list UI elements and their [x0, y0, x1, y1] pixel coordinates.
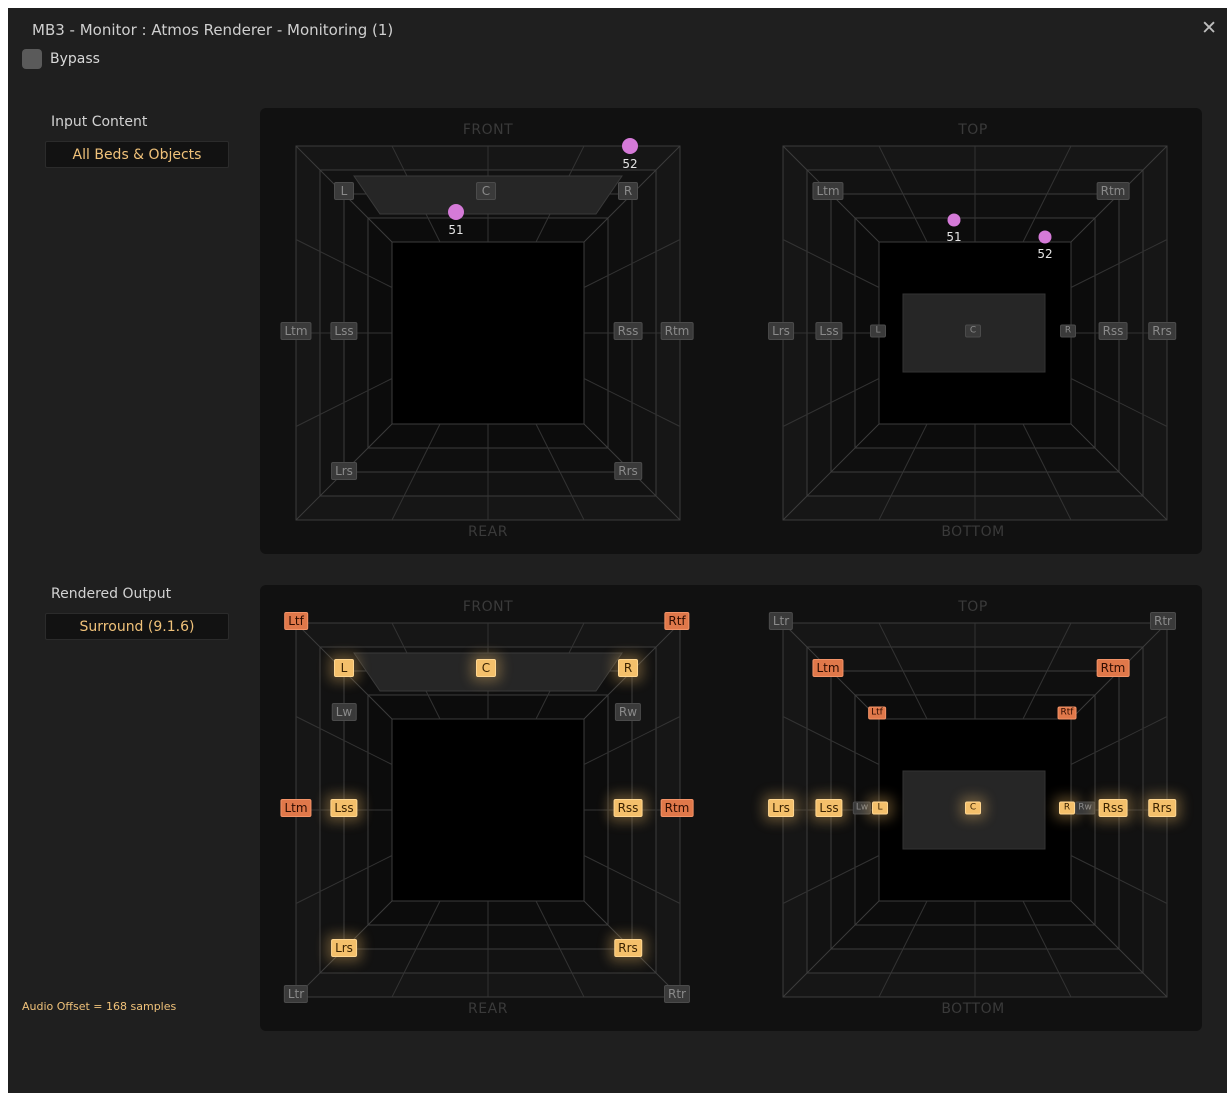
speaker-lss: Lss — [330, 322, 358, 340]
speaker-lss: Lss — [815, 799, 843, 817]
output-front-view: FRONT REAR Ltf Rtf L C R Lw Rw Ltm Lss R… — [280, 599, 694, 1017]
speaker-rss: Rss — [1098, 799, 1128, 817]
speaker-rtr: Rtr — [664, 985, 690, 1003]
speaker-l: L — [870, 324, 886, 338]
speaker-c: C — [965, 801, 981, 815]
speaker-c: C — [476, 182, 496, 200]
object-label-51: 51 — [448, 223, 464, 237]
object-label-52: 52 — [1037, 247, 1053, 261]
speaker-ltm: Ltm — [812, 659, 844, 677]
speaker-lss: Lss — [815, 322, 843, 340]
speaker-l: L — [334, 659, 354, 677]
speaker-l: L — [334, 182, 354, 200]
speaker-rtf: Rtf — [1057, 706, 1077, 720]
speaker-rrs: Rrs — [1148, 799, 1176, 817]
object-label-51: 51 — [946, 230, 962, 244]
speaker-lrs: Lrs — [768, 799, 794, 817]
speaker-l: L — [872, 801, 888, 815]
window-title: MB3 - Monitor : Atmos Renderer - Monitor… — [32, 21, 394, 39]
input-content-selector[interactable]: All Beds & Objects — [45, 141, 229, 168]
bottom-label: BOTTOM — [941, 524, 1005, 540]
speaker-r: R — [1059, 801, 1075, 815]
rendered-output-selector[interactable]: Surround (9.1.6) — [45, 613, 229, 640]
input-top-view: TOP BOTTOM Ltm Rtm Lrs Lss L C R Rss Rrs… — [768, 122, 1176, 540]
speaker-r: R — [1060, 324, 1076, 338]
input-content-panel: FRONT REAR L C R Ltm Lss Rss Rtm Lrs Rrs… — [260, 108, 1202, 554]
speaker-ltr: Ltr — [283, 985, 309, 1003]
speaker-ltm: Ltm — [280, 322, 312, 340]
rendered-output-panel: FRONT REAR Ltf Rtf L C R Lw Rw Ltm Lss R… — [260, 585, 1202, 1031]
front-label: FRONT — [462, 122, 514, 138]
bypass-label: Bypass — [50, 51, 100, 67]
speaker-rss: Rss — [613, 322, 643, 340]
background-strip-left — [0, 0, 8, 1093]
speaker-lw: Lw — [331, 703, 357, 721]
rear-label: REAR — [468, 1001, 508, 1017]
speaker-rtm: Rtm — [1096, 182, 1130, 200]
rendered-output-label: Rendered Output — [51, 586, 172, 602]
object-51[interactable] — [448, 204, 464, 220]
object-label-52: 52 — [622, 157, 638, 171]
background-strip-top — [0, 0, 1227, 8]
speaker-rtm: Rtm — [660, 322, 694, 340]
speaker-lrs: Lrs — [768, 322, 794, 340]
speaker-lw: Lw — [852, 801, 872, 815]
close-icon[interactable]: ✕ — [1201, 17, 1217, 39]
speaker-rw: Rw — [614, 703, 642, 721]
object-52[interactable] — [622, 138, 638, 154]
speaker-r: R — [618, 659, 638, 677]
speaker-lrs: Lrs — [331, 939, 357, 957]
speaker-ltf: Ltf — [284, 612, 308, 630]
speaker-rss: Rss — [1098, 322, 1128, 340]
speaker-rrs: Rrs — [614, 462, 642, 480]
speaker-rtr: Rtr — [1150, 612, 1176, 630]
bypass-checkbox[interactable] — [22, 49, 42, 69]
speaker-ltm: Ltm — [812, 182, 844, 200]
bottom-label: BOTTOM — [941, 1001, 1005, 1017]
front-label: FRONT — [462, 599, 514, 615]
speaker-c: C — [476, 659, 496, 677]
input-front-view: FRONT REAR L C R Ltm Lss Rss Rtm Lrs Rrs… — [280, 122, 694, 540]
speaker-rtf: Rtf — [664, 612, 690, 630]
object-51[interactable] — [947, 213, 961, 227]
speaker-rrs: Rrs — [614, 939, 642, 957]
input-content-label: Input Content — [51, 114, 148, 130]
renderer-window: MB3 - Monitor : Atmos Renderer - Monitor… — [8, 8, 1227, 1093]
speaker-ltr: Ltr — [768, 612, 794, 630]
speaker-rss: Rss — [613, 799, 643, 817]
speaker-ltm: Ltm — [280, 799, 312, 817]
object-52[interactable] — [1038, 230, 1052, 244]
speaker-c: C — [965, 324, 981, 338]
speaker-ltf: Ltf — [868, 706, 886, 720]
speaker-rrs: Rrs — [1148, 322, 1176, 340]
speaker-r: R — [618, 182, 638, 200]
top-label: TOP — [958, 122, 988, 138]
speaker-lss: Lss — [330, 799, 358, 817]
speaker-rtm: Rtm — [660, 799, 694, 817]
speaker-rtm: Rtm — [1096, 659, 1130, 677]
rear-label: REAR — [468, 524, 508, 540]
speaker-rw: Rw — [1075, 801, 1095, 815]
bypass-toggle[interactable]: Bypass — [22, 49, 100, 69]
top-label: TOP — [958, 599, 988, 615]
output-top-view: TOP BOTTOM Ltr Rtr Ltm Rtm Ltf Rtf Lrs L… — [768, 599, 1176, 1017]
speaker-lrs: Lrs — [331, 462, 357, 480]
audio-offset-status: Audio Offset = 168 samples — [22, 1000, 177, 1013]
